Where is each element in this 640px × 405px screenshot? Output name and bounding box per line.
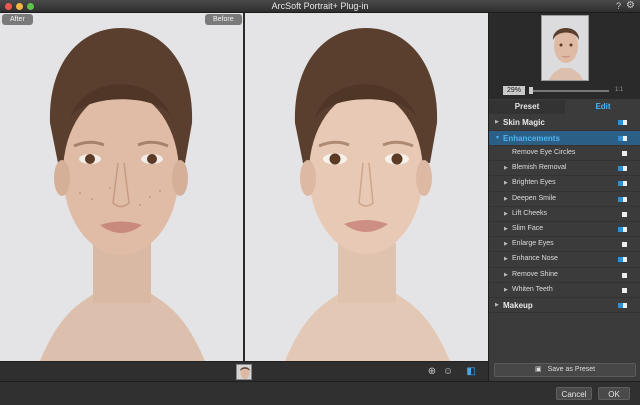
group-label: Skin Magic (503, 118, 545, 127)
chevron-right-icon: ▶ (504, 271, 508, 278)
list-item[interactable]: ▶ Whiten Teeth (489, 283, 640, 298)
toggle-indicator[interactable] (622, 272, 627, 278)
toggle-indicator[interactable] (618, 120, 623, 125)
after-preview[interactable] (245, 13, 488, 361)
toggle-indicator[interactable] (622, 287, 627, 293)
face-detect-icon[interactable]: ⊕ (426, 366, 438, 378)
chevron-right-icon: ▶ (495, 301, 499, 308)
before-portrait-image (0, 13, 243, 361)
navigator-thumbnail-image (542, 16, 588, 80)
chevron-right-icon: ▶ (495, 119, 499, 125)
toggle-indicator[interactable] (618, 257, 623, 263)
right-panel: 29% 1:1 Preset Edit ▶ Skin Magic ▼ Enhan… (488, 13, 640, 381)
title-bar: ArcSoft Portrait+ Plug-in ? ⚙ (0, 0, 640, 13)
list-item[interactable]: ▶ Remove Shine (489, 268, 640, 283)
toggle-indicator[interactable] (618, 181, 623, 187)
after-portrait-image (245, 13, 488, 361)
ok-button[interactable]: OK (598, 387, 630, 400)
chevron-right-icon: ▶ (504, 241, 508, 248)
chevron-right-icon: ▶ (504, 256, 508, 263)
group-label: Makeup (503, 300, 533, 310)
navigator-thumbnail[interactable] (541, 15, 589, 81)
toggle-indicator[interactable] (618, 166, 623, 172)
zoom-slider-handle[interactable] (529, 87, 533, 94)
before-label-button[interactable]: Before (205, 14, 242, 25)
chevron-right-icon: ▶ (504, 165, 508, 172)
list-item[interactable]: ▶ Enlarge Eyes (489, 237, 640, 253)
zoom-slider-track[interactable] (531, 90, 609, 92)
item-label: Whiten Teeth (512, 285, 553, 293)
list-item[interactable]: ▶ Blemish Removal (489, 161, 640, 177)
after-label-button[interactable]: After (2, 14, 33, 25)
item-label: Remove Shine (512, 270, 558, 278)
list-item[interactable]: ▶ Lift Cheeks (489, 207, 640, 222)
smile-face-icon[interactable]: ☺ (442, 366, 454, 378)
group-enhancements[interactable]: ▼ Enhancements (489, 130, 640, 146)
list-item[interactable]: ▶ Deepen Smile (489, 192, 640, 207)
gear-icon[interactable]: ⚙ (626, 0, 635, 11)
chevron-right-icon: ▶ (504, 225, 508, 232)
item-label: Slim Face (512, 224, 544, 232)
chevron-right-icon: ▶ (504, 195, 508, 202)
chevron-right-icon: ▶ (504, 286, 508, 293)
help-button[interactable]: ? (616, 1, 621, 11)
navigator: 29% 1:1 (489, 13, 640, 99)
preview-toolbar: ⊕ ☺ ◧ (0, 361, 488, 381)
window-title: ArcSoft Portrait+ Plug-in (271, 1, 369, 11)
toggle-indicator[interactable] (618, 196, 623, 202)
floppy-disk-icon: ▣ (534, 366, 542, 373)
zoom-max-label: 1:1 (615, 87, 624, 93)
item-label: Brighten Eyes (512, 179, 556, 187)
item-label: Remove Eye Circles (512, 149, 576, 156)
list-item[interactable]: Remove Eye Circles (489, 146, 640, 162)
chevron-right-icon: ▶ (504, 210, 508, 217)
item-label: Lift Cheeks (512, 209, 548, 217)
edit-feature-list: ▶ Skin Magic ▼ Enhancements Remove Eye C… (489, 115, 640, 314)
panel-tabs: Preset Edit (489, 100, 640, 114)
zoom-level-field[interactable]: 29% (503, 86, 525, 95)
group-makeup[interactable]: ▶ Makeup (489, 298, 640, 314)
toggle-indicator[interactable] (622, 242, 627, 248)
list-item[interactable]: ▶ Enhance Nose (489, 252, 640, 268)
dialog-footer: Cancel OK (0, 381, 640, 405)
face-thumbnail[interactable] (236, 364, 252, 380)
list-item[interactable]: ▶ Brighten Eyes (489, 176, 640, 192)
before-preview[interactable]: Before (0, 13, 243, 361)
cancel-button[interactable]: Cancel (556, 387, 592, 400)
item-label: Enhance Nose (512, 255, 558, 263)
save-as-preset-button[interactable]: ▣ Save as Preset (494, 363, 636, 377)
item-label: Enlarge Eyes (512, 240, 554, 248)
group-label: Enhancements (503, 133, 560, 143)
toggle-indicator[interactable] (618, 226, 623, 232)
chevron-right-icon: ▶ (504, 180, 508, 187)
item-label: Blemish Removal (512, 164, 567, 172)
face-thumbnail-image (237, 365, 251, 379)
preview-area: Before After (0, 13, 488, 361)
toggle-indicator[interactable] (618, 135, 623, 141)
chevron-down-icon: ▼ (495, 134, 500, 141)
list-item[interactable]: ▶ Slim Face (489, 222, 640, 238)
item-label: Deepen Smile (512, 194, 556, 202)
toggle-indicator[interactable] (618, 302, 623, 308)
group-skin-magic[interactable]: ▶ Skin Magic (489, 115, 640, 131)
save-preset-label: Save as Preset (547, 366, 596, 373)
toggle-indicator[interactable] (622, 211, 627, 217)
tab-edit[interactable]: Edit (565, 100, 640, 114)
toggle-indicator[interactable] (622, 151, 627, 156)
split-view-icon[interactable]: ◧ (465, 366, 477, 378)
tab-preset[interactable]: Preset (489, 100, 565, 114)
